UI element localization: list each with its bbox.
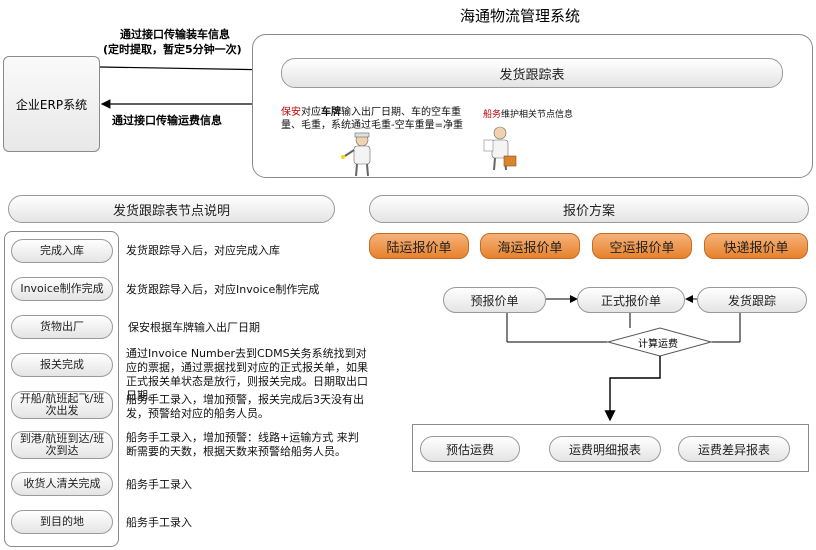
node-arrival: 到港/航班到达/班次到达	[11, 431, 113, 459]
flow-pre-quote: 预报价单	[443, 287, 546, 313]
node-desc-arrival: 船务手工录入，增加预警：线路+运输方式 来判断需要的天数，根据天数来预警给船务人…	[126, 431, 359, 458]
node-goods-out: 货物出厂	[11, 315, 113, 339]
node-desc-invoice-done: 发货跟踪导入后，对应Invoice制作完成	[126, 283, 320, 296]
report-detail: 运费明细报表	[549, 436, 661, 462]
node-departure: 开船/航班起飞/班次出发	[11, 391, 113, 419]
flow-formal-quote: 正式报价单	[577, 287, 685, 313]
node-desc-stock-in: 发货跟踪导入后，对应完成入库	[126, 244, 280, 257]
quote-type-land: 陆运报价单	[369, 233, 469, 259]
quote-header: 报价方案	[369, 195, 809, 223]
report-variance: 运费差异报表	[678, 436, 790, 462]
node-customs-done: 报关完成	[11, 353, 113, 377]
flow-calc-label: 计算运费	[638, 339, 678, 350]
node-destination: 到目的地	[11, 510, 113, 534]
node-desc-destination: 船务手工录入	[126, 516, 192, 529]
nodes-header: 发货跟踪表节点说明	[8, 195, 335, 223]
quote-type-express: 快递报价单	[704, 233, 808, 259]
report-estimate: 预估运费	[420, 436, 520, 462]
node-invoice-done: Invoice制作完成	[11, 277, 113, 301]
flow-tracking: 发货跟踪	[697, 287, 807, 313]
quote-type-air: 空运报价单	[592, 233, 692, 259]
node-desc-goods-out: 保安根据车牌输入出厂日期	[128, 321, 260, 334]
node-stock-in: 完成入库	[11, 239, 113, 263]
node-desc-departure: 船务手工录入，增加预警，报关完成后3天没有出发，预警给对应的船务人员。	[126, 393, 364, 420]
node-consignee-clearance: 收货人清关完成	[11, 472, 113, 496]
node-desc-consignee-clearance: 船务手工录入	[126, 478, 192, 491]
quote-type-sea: 海运报价单	[480, 233, 580, 259]
